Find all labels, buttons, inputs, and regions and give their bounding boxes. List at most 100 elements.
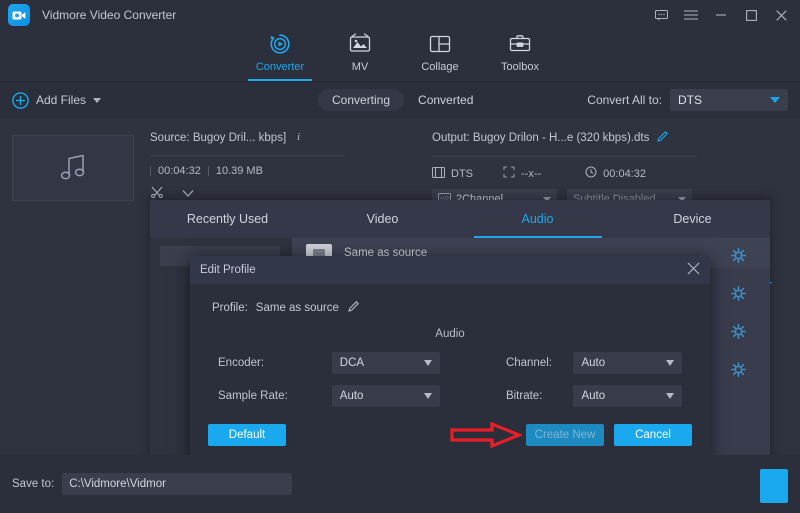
- create-new-button[interactable]: Create New: [526, 424, 604, 446]
- source-duration: 00:04:32: [158, 165, 201, 177]
- nav-tab-toolbox[interactable]: Toolbox: [480, 29, 560, 81]
- output-meta: DTS --x-- 00:04:32: [432, 166, 722, 181]
- tab-device[interactable]: Device: [615, 200, 770, 238]
- bottom-bar: Save to: C:\Vidmore\Vidmor: [0, 455, 800, 513]
- save-to-label: Save to:: [12, 478, 54, 490]
- maximize-icon[interactable]: [744, 8, 758, 22]
- menu-icon[interactable]: [684, 8, 698, 22]
- film-icon: [432, 167, 445, 181]
- bitrate-select[interactable]: Auto: [573, 385, 682, 407]
- encoder-select[interactable]: DCA: [332, 352, 441, 374]
- tab-converting[interactable]: Converting: [318, 89, 404, 111]
- pencil-icon[interactable]: [656, 130, 669, 146]
- convert-all-to-control: Convert All to: DTS: [587, 89, 788, 111]
- file-thumbnail[interactable]: [12, 135, 134, 201]
- dialog-header: Edit Profile: [190, 256, 710, 284]
- meta-divider: [208, 166, 209, 176]
- add-files-button[interactable]: Add Files: [12, 92, 101, 109]
- collage-icon: [428, 31, 452, 57]
- convert-all-button[interactable]: [760, 469, 788, 503]
- gear-icon[interactable]: [731, 248, 746, 266]
- window-controls: [654, 8, 800, 22]
- source-meta: 00:04:32 10.39 MB: [150, 165, 350, 177]
- audio-section-title: Audio: [190, 328, 710, 340]
- close-icon[interactable]: [774, 8, 788, 22]
- svg-text:i: i: [297, 131, 300, 142]
- tab-converted[interactable]: Converted: [404, 89, 487, 111]
- cancel-button[interactable]: Cancel: [614, 424, 692, 446]
- close-icon[interactable]: [687, 262, 700, 278]
- dialog-right-buttons: Create New Cancel: [526, 424, 692, 446]
- app-title: Vidmore Video Converter: [42, 8, 176, 22]
- pencil-icon[interactable]: [347, 300, 360, 316]
- nav-tab-converter[interactable]: Converter: [240, 29, 320, 81]
- chevron-down-icon: [424, 360, 432, 366]
- gear-icon[interactable]: [731, 324, 746, 342]
- output-resolution: --x--: [521, 168, 541, 180]
- format-settings-row: [706, 276, 770, 314]
- nav-tab-mv-label: MV: [352, 61, 369, 73]
- gear-icon[interactable]: [731, 286, 746, 304]
- bitrate-value: Auto: [581, 390, 605, 402]
- feedback-icon[interactable]: [654, 8, 668, 22]
- profile-row: Profile: Same as source: [190, 284, 710, 316]
- output-line: Output: Bugoy Drilon - H...e (320 kbps).…: [432, 130, 722, 146]
- format-settings-row: [706, 314, 770, 352]
- sample-rate-select[interactable]: Auto: [332, 385, 441, 407]
- source-line: Source: Bugoy Dril... kbps] i: [150, 130, 350, 145]
- plus-circle-icon: [12, 92, 29, 109]
- settings-grid: Encoder: DCA Channel: Auto Sample Rate:: [190, 352, 710, 407]
- save-to-path-input[interactable]: C:\Vidmore\Vidmor: [62, 473, 292, 495]
- nav-tab-collage[interactable]: Collage: [400, 29, 480, 81]
- channel-value: Auto: [581, 357, 605, 369]
- channel-label: Channel:: [506, 357, 574, 369]
- output-label: Output: Bugoy Drilon - H...e (320 kbps).…: [432, 132, 649, 144]
- convert-all-format-select[interactable]: DTS: [670, 89, 788, 111]
- file-row: Source: Bugoy Dril... kbps] i 00:04:32 1…: [0, 118, 800, 208]
- format-settings-row: [706, 352, 770, 390]
- output-resolution-group: --x--: [503, 166, 541, 181]
- toolbox-icon: [508, 31, 532, 57]
- mv-icon: [348, 31, 372, 57]
- channel-select[interactable]: Auto: [573, 352, 682, 374]
- encoder-value: DCA: [340, 357, 364, 369]
- format-settings-row: [706, 238, 770, 276]
- sample-rate-label: Sample Rate:: [218, 390, 332, 402]
- save-to-path-value: C:\Vidmore\Vidmor: [69, 478, 166, 490]
- minimize-icon[interactable]: [714, 8, 728, 22]
- nav-tab-mv[interactable]: MV: [320, 29, 400, 81]
- resize-icon: [503, 166, 515, 181]
- title-bar: Vidmore Video Converter: [0, 0, 800, 30]
- tab-audio[interactable]: Audio: [460, 200, 615, 238]
- tab-recently-used[interactable]: Recently Used: [150, 200, 305, 238]
- settings-row: Sample Rate: Auto Bitrate: Auto: [218, 385, 682, 407]
- main-nav: Converter MV Collage: [0, 30, 800, 82]
- source-info-block: Source: Bugoy Dril... kbps] i 00:04:32 1…: [150, 130, 350, 201]
- chevron-down-icon: [424, 393, 432, 399]
- chevron-down-icon[interactable]: [182, 187, 194, 201]
- output-format-group: DTS: [432, 167, 473, 181]
- default-button[interactable]: Default: [208, 424, 286, 446]
- output-duration: 00:04:32: [603, 168, 646, 180]
- clock-icon: [585, 166, 597, 181]
- red-arrow-right-icon: [450, 422, 522, 451]
- music-note-icon: [56, 151, 90, 186]
- app-logo-icon: [8, 4, 30, 26]
- meta-divider: [150, 166, 151, 176]
- tab-video[interactable]: Video: [305, 200, 460, 238]
- save-to-control: Save to: C:\Vidmore\Vidmor: [12, 473, 292, 495]
- profile-value: Same as source: [256, 302, 339, 314]
- chevron-down-icon: [770, 97, 780, 103]
- file-row-actions: [150, 186, 350, 201]
- divider: [432, 156, 697, 157]
- divider: [150, 155, 345, 156]
- trim-icon[interactable]: [150, 186, 164, 201]
- format-tabs: Recently Used Video Audio Device: [150, 200, 770, 238]
- info-icon[interactable]: i: [294, 130, 304, 145]
- gear-icon[interactable]: [731, 362, 746, 380]
- output-format: DTS: [451, 168, 473, 180]
- nav-tab-toolbox-label: Toolbox: [501, 61, 539, 73]
- add-files-label: Add Files: [36, 93, 86, 107]
- dialog-title: Edit Profile: [200, 264, 256, 276]
- chevron-down-icon[interactable]: [93, 98, 101, 103]
